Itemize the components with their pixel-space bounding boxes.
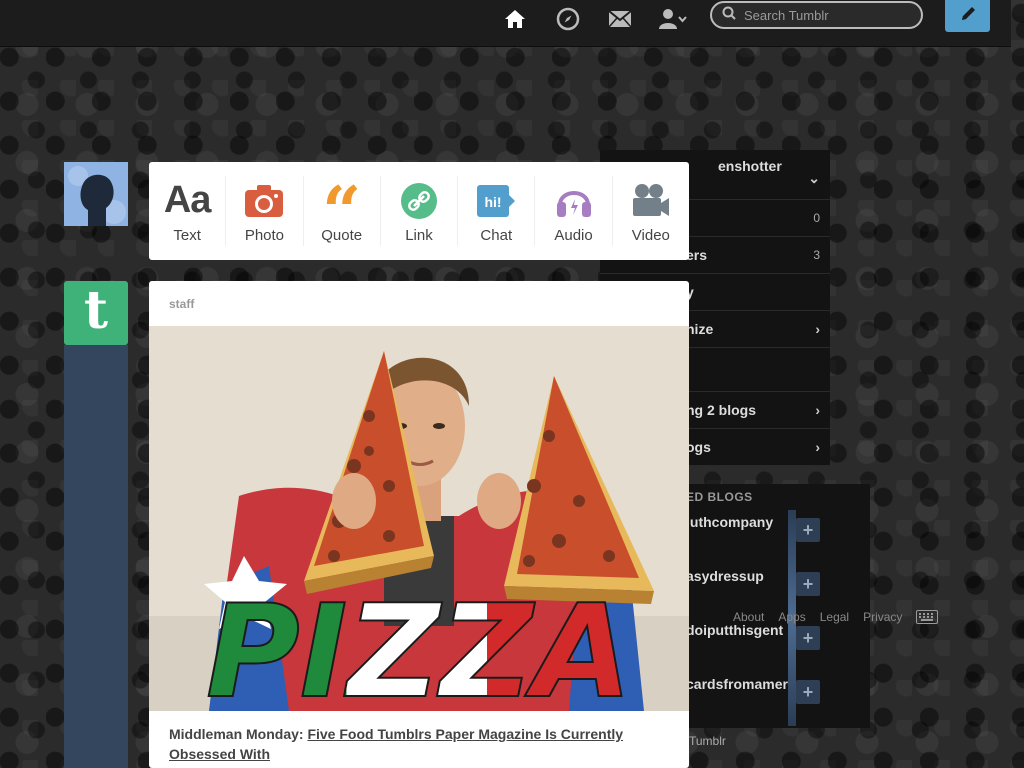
post-type-label: Video: [631, 226, 670, 244]
footer-link-about[interactable]: About: [733, 610, 764, 624]
post-type-label: Audio: [554, 226, 593, 244]
chat-icon: hi!: [475, 179, 517, 223]
follow-plus-icon[interactable]: +: [796, 518, 820, 542]
video-icon: [631, 179, 671, 223]
post-caption: Middleman Monday: Five Food Tumblrs Pape…: [149, 711, 689, 768]
user-avatar[interactable]: [64, 162, 128, 226]
blog-name: enshotter: [718, 158, 782, 174]
compose-icon: [959, 5, 977, 28]
recommended-blog-name: asydressup: [686, 568, 764, 584]
follow-plus-icon[interactable]: +: [796, 572, 820, 596]
post-type-label: Text: [173, 226, 201, 244]
footer-link-legal[interactable]: Legal: [820, 610, 849, 624]
sidebar-item-label: nize: [686, 321, 714, 337]
post-type-video-button[interactable]: Video: [613, 176, 689, 246]
chevron-down-icon: ⌄: [808, 170, 820, 186]
post-type-photo-button[interactable]: Photo: [226, 176, 304, 246]
footer-links: About Apps Legal Privacy: [733, 610, 902, 624]
post-type-label: Photo: [244, 226, 285, 244]
home-icon[interactable]: [500, 6, 530, 32]
post-type-label: Quote: [321, 226, 363, 244]
recommended-blog-name: cardsfromamer: [686, 676, 788, 692]
link-icon: [400, 179, 438, 223]
post-photo[interactable]: PIZZA: [149, 326, 689, 711]
inbox-icon[interactable]: [605, 6, 635, 32]
footer-brand[interactable]: Tumblr: [689, 734, 726, 748]
recommended-blog-name: luthcompany: [686, 514, 774, 530]
explore-icon[interactable]: [553, 6, 583, 32]
sidebar-item-count: 3: [813, 248, 820, 262]
sidebar-item-label: ogs: [686, 439, 711, 455]
chevron-right-icon: ›: [815, 402, 820, 418]
caption-prefix: Middleman Monday:: [169, 726, 304, 742]
sidebar-item-count: 0: [813, 211, 820, 225]
post-type-text-button[interactable]: Aa Text: [149, 176, 227, 246]
post-type-link-button[interactable]: Link: [381, 176, 459, 246]
post-header: staff: [149, 281, 689, 326]
keyboard-icon[interactable]: [916, 610, 938, 629]
post-photo-illustration: PIZZA: [149, 326, 689, 711]
post-type-chat-button[interactable]: hi! Chat: [458, 176, 536, 246]
audio-icon: [554, 179, 594, 223]
follow-plus-icon[interactable]: +: [796, 626, 820, 650]
photo-icon: [244, 179, 284, 223]
account-icon[interactable]: [658, 6, 688, 32]
dashboard-post: staff PIZZA Middleman Monday: Five Food …: [149, 281, 689, 768]
search-box[interactable]: [710, 1, 923, 29]
svg-text:hi!: hi!: [485, 194, 502, 210]
staff-avatar[interactable]: t: [64, 281, 128, 345]
post-type-label: Chat: [480, 226, 513, 244]
chevron-right-icon: ›: [815, 439, 820, 455]
sidebar-item-label: ng 2 blogs: [686, 402, 756, 418]
post-type-selector: Aa Text Photo “ Quote Link hi! Chat Audi…: [149, 162, 689, 260]
post-author[interactable]: staff: [169, 297, 194, 311]
search-input[interactable]: [742, 6, 916, 24]
sidebar-item-label: ers: [686, 247, 708, 263]
search-icon: [722, 6, 736, 25]
footer-link-privacy[interactable]: Privacy: [863, 610, 902, 624]
footer-link-apps[interactable]: Apps: [778, 610, 805, 624]
post-type-audio-button[interactable]: Audio: [535, 176, 613, 246]
post-type-quote-button[interactable]: “ Quote: [304, 176, 381, 246]
tumblr-logo-icon: t: [83, 280, 109, 341]
top-navigation-bar: [0, 0, 1011, 47]
quote-icon: “: [322, 171, 362, 252]
chevron-right-icon: ›: [815, 321, 820, 337]
text-icon: Aa: [163, 179, 212, 221]
follow-plus-icon[interactable]: +: [796, 680, 820, 704]
compose-button[interactable]: [945, 0, 990, 32]
pizza-lettering: PIZZA: [206, 578, 632, 711]
recommended-blog-name: doiputthisgent: [686, 622, 784, 638]
staff-avatar-column: [64, 345, 128, 768]
post-type-label: Link: [405, 226, 433, 244]
